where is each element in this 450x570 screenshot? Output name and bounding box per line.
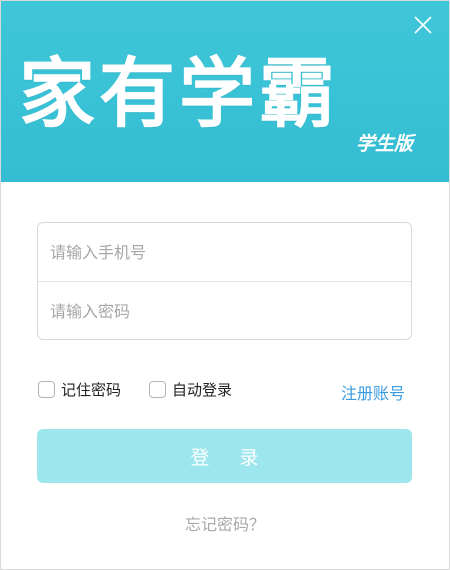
register-account-link[interactable]: 注册账号: [341, 380, 405, 404]
remember-password-checkbox[interactable]: [38, 380, 55, 398]
header-banner: 家有学霸 学生版: [1, 1, 449, 182]
phone-input[interactable]: [38, 223, 411, 281]
edition-label: 学生版: [355, 133, 413, 155]
remember-password-label: 记住密码: [61, 380, 122, 399]
auto-login-option[interactable]: 自动登录: [149, 378, 232, 400]
forgot-password-link[interactable]: 忘记密码？: [1, 511, 449, 535]
credentials-input-group: [37, 222, 412, 340]
remember-password-option[interactable]: 记住密码: [38, 378, 121, 400]
app-logo: 家有学霸: [19, 49, 339, 138]
login-window: 家有学霸 学生版 记住密码 自动登录 注册账号 登 录 忘记密码？: [0, 0, 450, 570]
close-icon: [414, 16, 432, 34]
close-button[interactable]: [411, 13, 435, 37]
password-input[interactable]: [38, 282, 411, 340]
auto-login-label: 自动登录: [172, 380, 233, 399]
auto-login-checkbox[interactable]: [149, 380, 166, 398]
login-button[interactable]: 登 录: [37, 429, 412, 483]
